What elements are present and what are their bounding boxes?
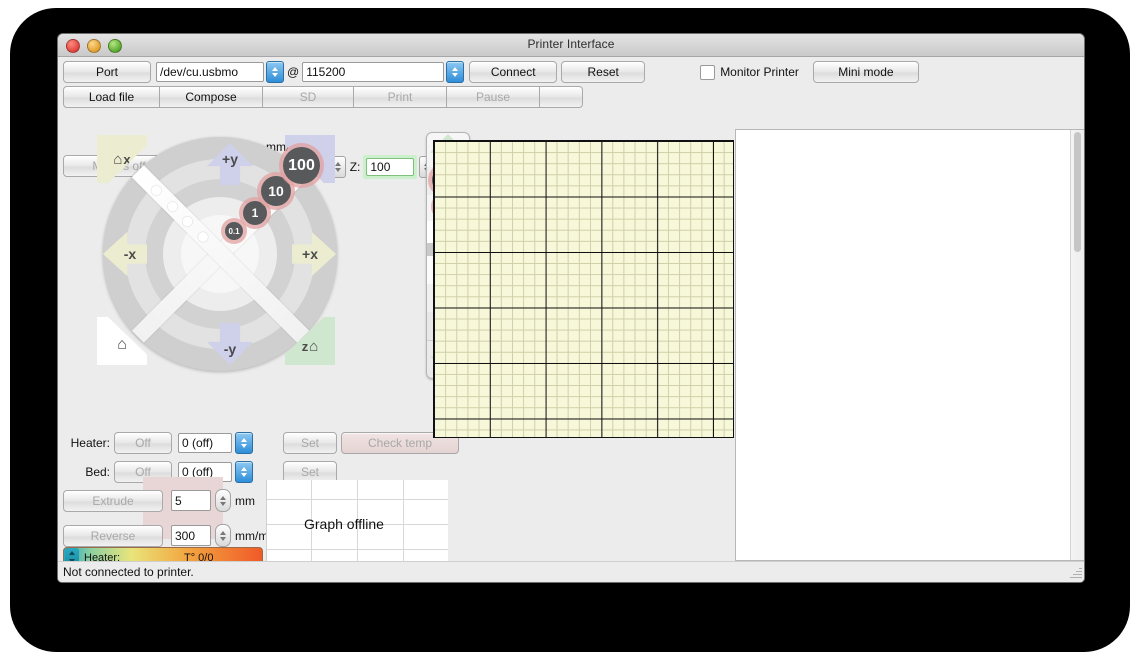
port-button[interactable]: Port — [63, 61, 151, 83]
extrude-button[interactable]: Extrude — [63, 489, 163, 512]
reverse-row: Reverse 300 mm/min — [63, 524, 278, 547]
reverse-button[interactable]: Reverse — [63, 524, 163, 547]
log-console-scrollbar[interactable] — [1070, 130, 1084, 560]
extrude-feedrate-input[interactable]: 300 — [171, 525, 211, 546]
jog-step-0.1[interactable]: 0.1 — [225, 222, 243, 240]
scrollbar-thumb[interactable] — [1074, 132, 1081, 252]
mini-mode-button[interactable]: Mini mode — [812, 61, 919, 83]
heater-temp-stepper[interactable] — [235, 432, 253, 454]
jog-step-10[interactable]: 10 — [261, 176, 291, 206]
tab-pause[interactable]: Pause — [447, 86, 540, 108]
port-stepper[interactable] — [266, 61, 284, 83]
status-line: Not connected to printer. — [58, 561, 1084, 582]
connection-toolbar: Port /dev/cu.usbmo @ 115200 Connect Rese… — [63, 61, 919, 83]
extrude-length-stepper[interactable] — [215, 489, 231, 512]
resize-grip[interactable] — [1069, 567, 1082, 580]
heater-temp-input[interactable]: 0 (off) — [178, 433, 232, 453]
connect-button[interactable]: Connect — [469, 61, 558, 83]
home-icon: ⌂ — [113, 150, 123, 168]
tab-print[interactable]: Print — [354, 86, 447, 108]
extrude-row: Extrude 5 mm — [63, 489, 255, 512]
extrude-length-unit: mm — [235, 493, 255, 508]
build-plate-preview[interactable] — [433, 140, 734, 438]
screen: Printer Interface Port /dev/cu.usbmo @ 1… — [0, 0, 1140, 660]
checkbox-box[interactable] — [700, 64, 716, 80]
home-icon: ⌂ — [117, 336, 127, 353]
tab-sd[interactable]: SD — [263, 86, 354, 108]
reset-button[interactable]: Reset — [561, 61, 646, 83]
heater-label: Heater: — [70, 436, 110, 450]
extrude-length-input[interactable]: 5 — [171, 490, 211, 511]
heater-row: Heater: Off 0 (off) Set Check temp — [58, 432, 459, 454]
window-titlebar: Printer Interface — [58, 34, 1084, 57]
bed-temp-stepper[interactable] — [235, 461, 253, 483]
monitor-printer-label: Monitor Printer — [720, 65, 799, 79]
heater-off-button[interactable]: Off — [114, 432, 172, 454]
port-input[interactable]: /dev/cu.usbmo — [156, 62, 264, 82]
bed-label: Bed: — [85, 465, 110, 479]
baudrate-stepper[interactable] — [446, 61, 465, 83]
xy-jog-dial[interactable]: +y -y -x +x ⌂x y⌂ ⌂ z⌂ 0.1 1 10 — [85, 129, 375, 379]
tab-load-file[interactable]: Load file — [63, 86, 160, 108]
main-content: mm/min Motors off XY: 3000 Z: 100 — [58, 117, 1084, 582]
graph-offline-label: Graph offline — [304, 516, 384, 532]
jog-step-1[interactable]: 1 — [243, 201, 267, 225]
home-icon: ⌂ — [309, 337, 319, 355]
window-title: Printer Interface — [527, 37, 615, 51]
jog-step-100[interactable]: 100 — [283, 147, 320, 184]
at-label: @ — [287, 65, 300, 79]
tab-extra[interactable] — [540, 86, 583, 108]
extrude-feedrate-stepper[interactable] — [215, 524, 231, 547]
printer-interface-window: Printer Interface Port /dev/cu.usbmo @ 1… — [57, 33, 1085, 583]
monitor-printer-checkbox[interactable]: Monitor Printer — [700, 64, 799, 80]
plate-major-grid — [434, 141, 733, 437]
log-console[interactable] — [735, 129, 1084, 561]
job-toolbar: Load file Compose SD Print Pause — [63, 86, 583, 108]
baudrate-input[interactable]: 115200 — [302, 62, 445, 82]
heater-set-button[interactable]: Set — [283, 432, 337, 454]
